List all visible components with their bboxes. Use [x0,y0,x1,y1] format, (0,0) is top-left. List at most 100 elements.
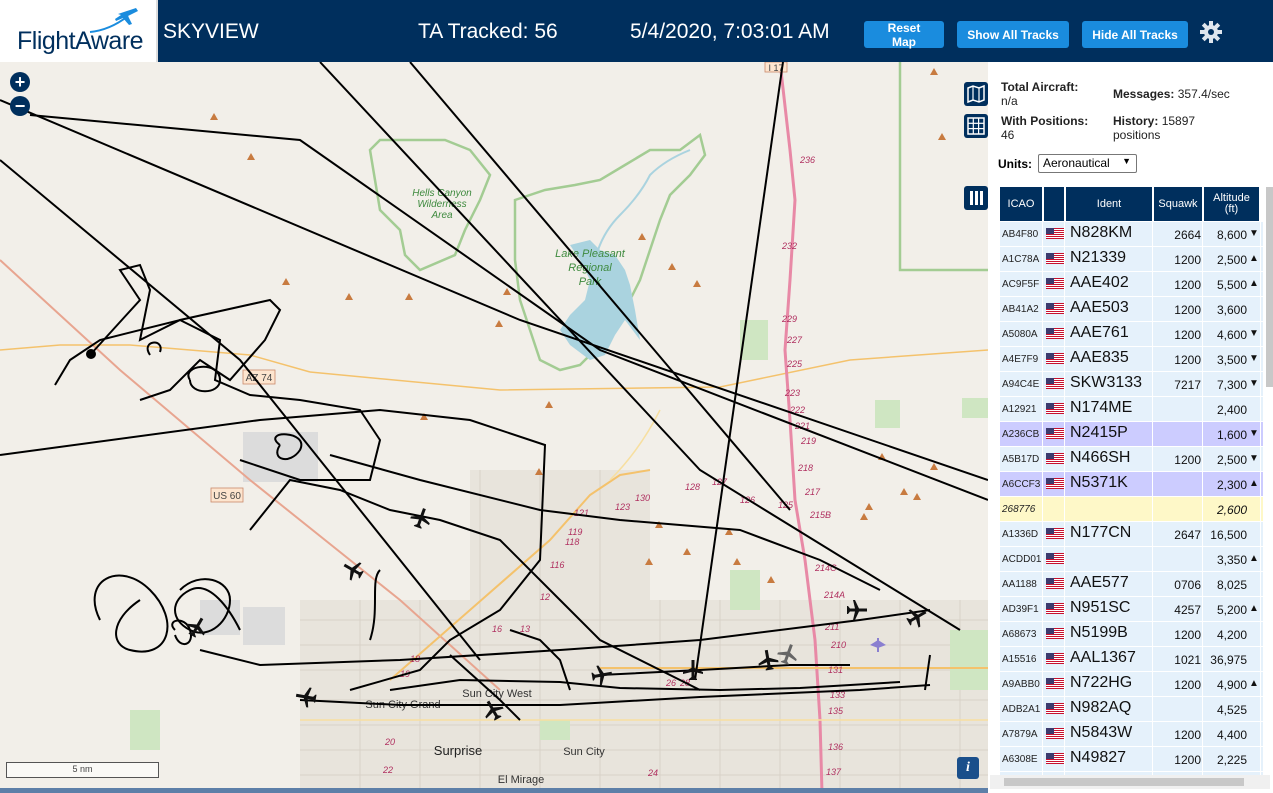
exit-number-label: 26 [665,678,676,688]
row-altitude: 3,600 [1216,303,1247,317]
column-header-altitude[interactable]: Altitude (ft) [1204,187,1259,221]
aircraft-row[interactable]: A9ABB0 N722HG 1200 4,900 ▲ [1000,672,1263,696]
column-divider [1152,622,1153,646]
exit-number-label: 232 [781,241,797,251]
row-squawk: 1200 [1174,328,1201,342]
row-squawk: 1200 [1174,453,1201,467]
label-el-mirage: El Mirage [498,774,544,786]
us-flag-icon [1046,653,1064,664]
column-divider [1260,497,1261,521]
aircraft-row[interactable]: AA1188 AAE577 0706 8,025 [1000,572,1263,596]
column-divider [1064,547,1065,571]
aircraft-row[interactable]: AC9F5F AAE402 1200 5,500 ▲ [1000,272,1263,296]
column-header-squawk[interactable]: Squawk [1154,187,1202,221]
map-canvas[interactable]: Hells Canyon Wilderness Area Lake Pleasa… [0,62,988,793]
exit-number-label: 20 [384,737,395,747]
row-altitude-trend: ▲ [1249,478,1259,489]
aircraft-row[interactable]: AB4F80 N828KM 2664 8,600 ▼ [1000,222,1263,246]
row-altitude-trend: ▲ [1249,553,1259,564]
aircraft-row[interactable]: AD39F1 N951SC 4257 5,200 ▲ [1000,597,1263,621]
units-value: Aeronautical [1043,156,1110,170]
aircraft-row[interactable]: 268776 2,600 [1000,497,1263,521]
exit-number-label: 22 [382,765,393,775]
aircraft-row[interactable]: A5080A AAE761 1200 4,600 ▼ [1000,322,1263,346]
column-divider [1042,572,1043,596]
horizontal-scroll-thumb[interactable] [1004,778,1244,786]
map-layers-button[interactable] [964,82,988,106]
label-az74: AZ 74 [246,373,273,384]
column-divider [1042,397,1043,421]
aircraft-row[interactable]: A4E7F9 AAE835 1200 3,500 ▼ [1000,347,1263,371]
row-squawk: 1200 [1174,353,1201,367]
vertical-scrollbar[interactable] [1266,187,1273,387]
row-icao: A6308E [1002,754,1038,765]
column-divider [1202,697,1203,721]
aircraft-row[interactable]: ACDD01 3,350 ▲ [1000,547,1263,571]
column-divider [1042,647,1043,671]
exit-number-label: 116 [550,560,564,570]
row-altitude: 2,300 [1216,478,1247,492]
row-squawk: 1200 [1174,253,1201,267]
row-ident: N828KM [1070,224,1133,241]
units-select[interactable]: Aeronautical ▼ [1038,154,1137,173]
aircraft-row[interactable]: A1C78A N21339 1200 2,500 ▲ [1000,247,1263,271]
grid-toggle-button[interactable] [964,114,988,138]
gear-icon[interactable] [1199,20,1223,44]
info-button[interactable]: i [957,757,979,779]
aircraft-row[interactable]: A6CCF3 N5371K 2,300 ▲ [1000,472,1263,496]
column-divider [1260,572,1261,596]
column-divider [1042,497,1043,521]
aircraft-row[interactable]: A68673 N5199B 1200 4,200 [1000,622,1263,646]
row-squawk: 2664 [1174,228,1201,242]
row-altitude: 4,400 [1216,728,1247,742]
horizontal-scrollbar[interactable] [990,775,1270,789]
row-icao: A236CB [1002,429,1040,440]
with-positions-label: With Positions: [1001,114,1089,128]
zoom-out-button[interactable]: − [10,96,30,116]
zoom-in-button[interactable]: + [10,72,30,92]
sidebar-toggle-button[interactable] [964,186,988,210]
row-altitude-trend: ▼ [1249,328,1259,339]
column-header-ident[interactable]: Ident [1066,187,1152,221]
label-lake-pleasant-2: Regional [568,262,612,274]
aircraft-row[interactable]: AB41A2 AAE503 1200 3,600 [1000,297,1263,321]
aircraft-row[interactable]: A236CB N2415P 1,600 ▼ [1000,422,1263,446]
aircraft-row[interactable]: ADB2A1 N982AQ 4,525 [1000,697,1263,721]
us-flag-icon [1046,403,1064,414]
row-icao: AC9F5F [1002,279,1040,290]
column-divider [1152,697,1153,721]
aircraft-row[interactable]: A1336D N177CN 2647 16,500 [1000,522,1263,546]
column-header-icao[interactable]: ICAO [1000,187,1042,221]
aircraft-row[interactable]: A12921 N174ME 2,400 [1000,397,1263,421]
column-divider [1152,547,1153,571]
exit-number-label: 223 [784,388,800,398]
show-all-tracks-button[interactable]: Show All Tracks [957,21,1069,48]
aircraft-table-header: ICAO Ident Squawk Altitude (ft) [1000,187,1263,221]
column-divider [1152,322,1153,346]
row-ident: N722HG [1070,674,1133,691]
column-divider [1152,647,1153,671]
row-ident: N5843W [1070,724,1133,741]
aircraft-row[interactable]: A6308E N49827 1200 2,225 [1000,747,1263,771]
exit-number-label: 12 [540,592,550,602]
clock: 5/4/2020, 7:03:01 AM [630,20,830,43]
flightaware-logo[interactable]: FlightAware [0,0,158,62]
aircraft-row[interactable]: A5B17D N466SH 1200 2,500 ▼ [1000,447,1263,471]
app-name: SKYVIEW [163,20,259,43]
aircraft-row[interactable]: A15516 AAL1367 1021 36,975 [1000,647,1263,671]
us-flag-icon [1046,528,1064,539]
column-divider [1152,222,1153,246]
reset-map-button[interactable]: Reset Map [864,21,944,49]
column-divider [1064,247,1065,271]
map-view[interactable]: Hells Canyon Wilderness Area Lake Pleasa… [0,62,988,793]
aircraft-row[interactable]: A94C4E SKW3133 7217 7,300 ▼ [1000,372,1263,396]
row-ident: AAL1367 [1070,649,1136,666]
vehicle-marker[interactable] [86,349,96,359]
hide-all-tracks-button[interactable]: Hide All Tracks [1082,21,1188,48]
column-divider [1202,597,1203,621]
history-label: History: [1113,114,1159,128]
row-altitude: 2,600 [1216,503,1247,517]
aircraft-row[interactable]: A7879A N5843W 1200 4,400 [1000,722,1263,746]
row-ident: N174ME [1070,399,1133,416]
us-flag-icon [1046,303,1064,314]
